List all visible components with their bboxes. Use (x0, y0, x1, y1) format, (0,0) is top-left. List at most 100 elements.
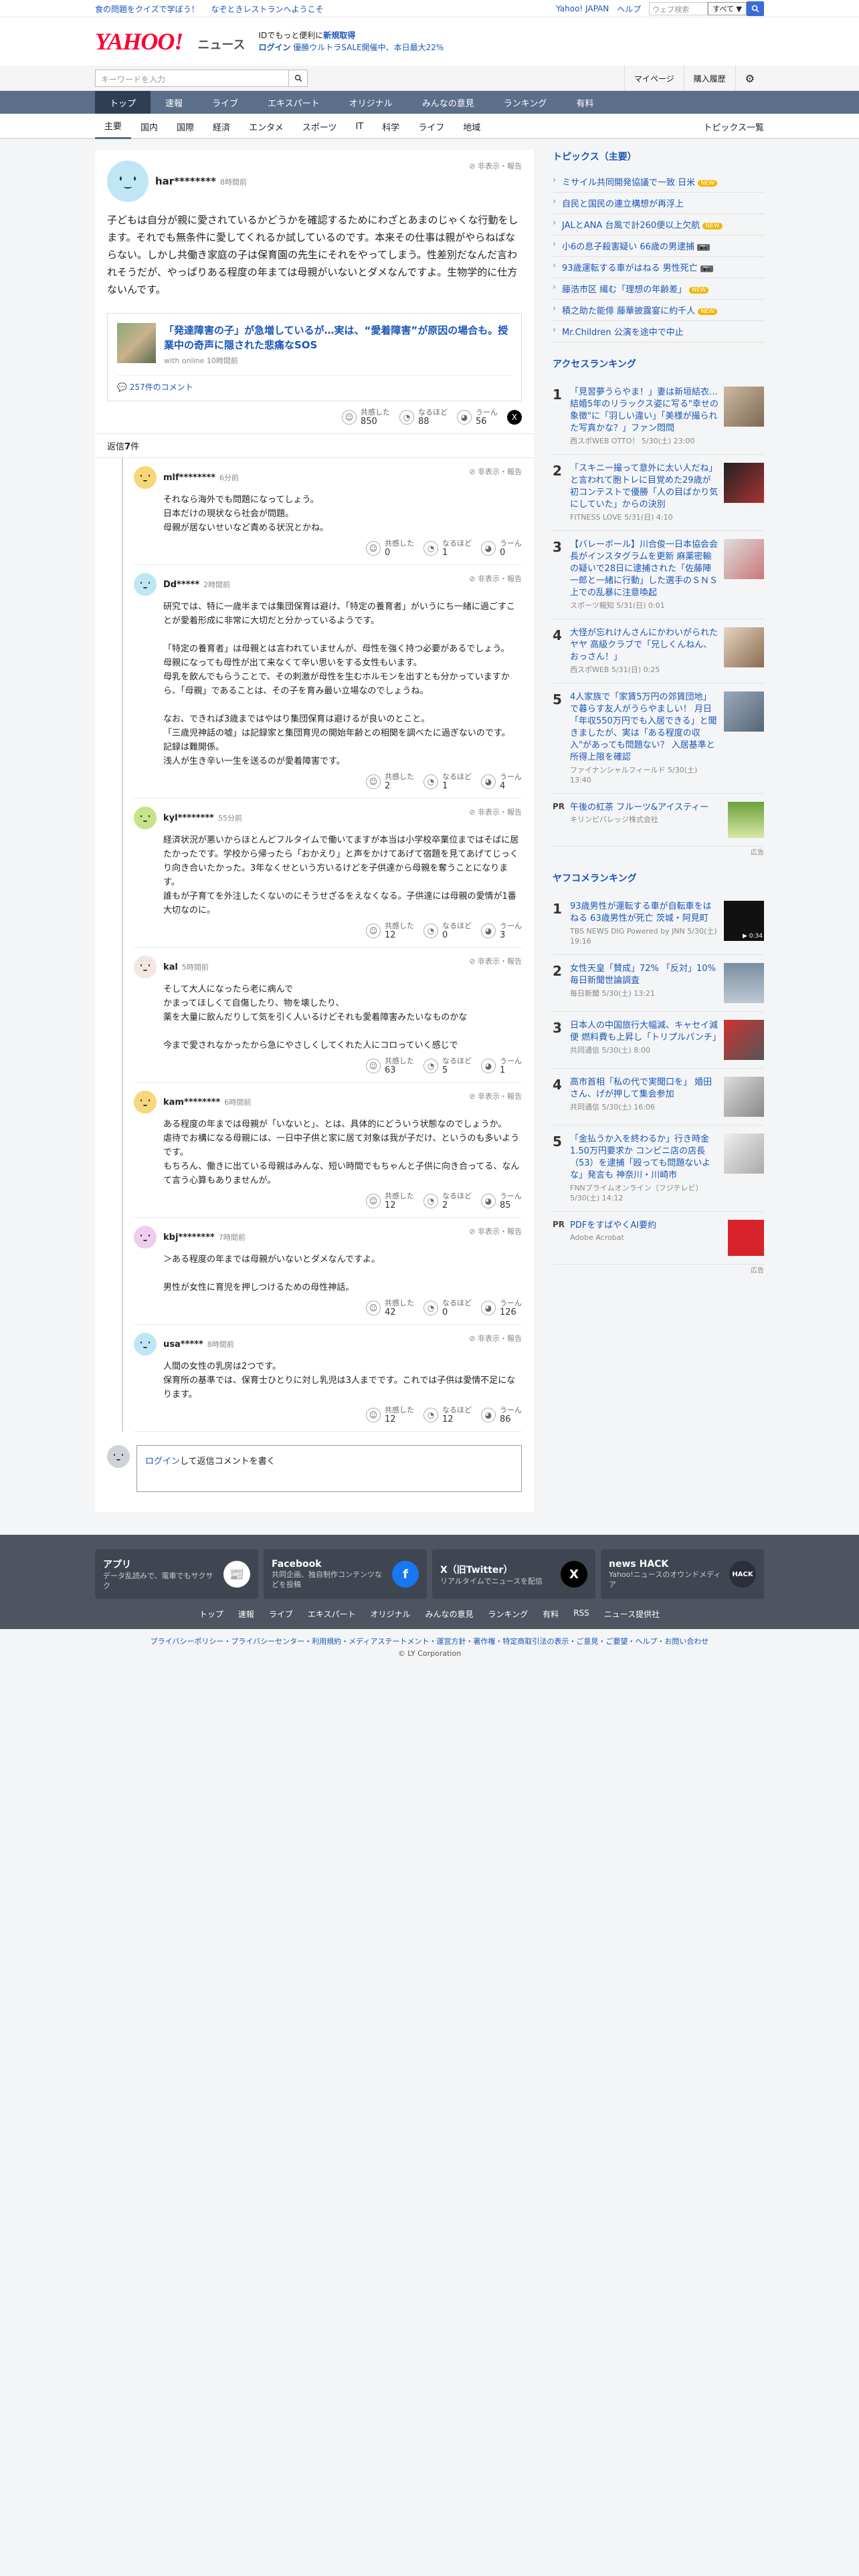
topic-item[interactable]: Mr.Children 公演を途中で中止 (553, 321, 764, 342)
hide-report-link[interactable]: ⊘ 非表示・報告 (469, 807, 522, 817)
yahoo-japan-link[interactable]: Yahoo! JAPAN (556, 4, 609, 13)
yahoo-comment-ranking-title[interactable]: ヤフコメランキング (553, 871, 764, 889)
hide-report-link[interactable]: ⊘ 非表示・報告 (469, 1226, 522, 1237)
react-empathy[interactable]: ☺ 共感した 0 (366, 539, 414, 558)
footer-card[interactable]: X（旧Twitter） リアルタイムでニュースを配信 X (432, 1549, 595, 1599)
pr-item[interactable]: PR 午後の紅茶 フルーツ&アイスティー キリンビバレッジ株式会社 (553, 794, 764, 847)
gnav-expert[interactable]: エキスパート (253, 91, 335, 114)
react-empathy[interactable]: ☺ 共感した 12 (366, 1406, 414, 1424)
help-link[interactable]: ヘルプ (617, 3, 641, 15)
reply-user[interactable]: kal (163, 962, 178, 972)
ranking-item[interactable]: 3 【バレーボール】川合俊一日本協会会長がインスタグラムを更新 麻薬密輸の疑いで2… (553, 531, 764, 619)
sale-link[interactable]: 優勝ウルトラSALE開催中、本日最大22% (293, 43, 444, 52)
gnav-opinion[interactable]: みんなの意見 (407, 91, 489, 114)
register-link[interactable]: 新規取得 (323, 31, 355, 40)
react-hmm[interactable]: ◕ うーん 86 (481, 1406, 522, 1424)
topic-item[interactable]: 藤浩市区 繊む「理想の年齢差」NEW (553, 278, 764, 300)
gnav-original[interactable]: オリジナル (335, 91, 407, 114)
reply-user[interactable]: usa***** (163, 1339, 203, 1350)
ranking-item[interactable]: 5 4人家族で「家賃5万円の郊賃団地」で暮らす友人がうらやましい！ 月日「年収55… (553, 683, 764, 794)
comment-user[interactable]: har******** (155, 175, 216, 187)
yahoo-news-logo[interactable]: YAHOO! ニュース (95, 27, 245, 56)
topic-item[interactable]: 自民と国民の連立構想が再浮上 (553, 193, 764, 214)
topic-item[interactable]: ミサイル共同開発協議で一致 日米NEW (553, 171, 764, 193)
footer-card[interactable]: Facebook 共同企画、独自制作コンテンツなどを投稿 f (264, 1549, 427, 1599)
search-scope-select[interactable]: すべて ▼ (708, 2, 747, 15)
gnav-top[interactable]: トップ (95, 91, 151, 114)
cat-domestic[interactable]: 国内 (131, 114, 167, 139)
promo-link-food-quiz[interactable]: 食の問題をクイズで学ぼう！ (95, 5, 199, 14)
react-insight[interactable]: ◔ なるほど 1 (423, 772, 472, 791)
ranking-item[interactable]: 5 「金払うか入を終わるか」行き時金1.50万円要求か コンビニ店の店長（53）を… (553, 1125, 764, 1212)
reply-user[interactable]: kam******** (163, 1097, 220, 1107)
web-search-button[interactable] (747, 1, 764, 16)
hide-report-link[interactable]: ⊘ 非表示・報告 (469, 1091, 522, 1101)
keyword-search-button[interactable] (289, 70, 308, 87)
gnav-paid[interactable]: 有料 (561, 91, 608, 114)
topic-item[interactable]: JALとANA 台風で計260便以上欠航NEW (553, 214, 764, 235)
share-x-button[interactable]: X (507, 410, 522, 425)
cat-main[interactable]: 主要 (95, 114, 132, 139)
ranking-item[interactable]: 1 93歳男性が運転する車が自転車をはねる 63歳男性が死亡 茨城・阿見町 TBS … (553, 893, 764, 955)
gnav-flash[interactable]: 速報 (151, 91, 197, 114)
reply-user[interactable]: mlf******** (163, 473, 215, 483)
hide-report-link[interactable]: ⊘ 非表示・報告 (469, 160, 522, 171)
footer-link[interactable]: RSS (573, 1608, 589, 1620)
ranking-item[interactable]: 2 女性天皇「賛成」72% 「反対」10% 毎日新聞世論調査 毎日新聞 5/30(土… (553, 955, 764, 1012)
login-link[interactable]: ログイン (258, 43, 290, 52)
footer-link[interactable]: みんなの意見 (425, 1608, 474, 1620)
react-hmm[interactable]: ◕ うーん 126 (481, 1299, 522, 1317)
mypage-link[interactable]: マイページ (624, 66, 684, 91)
footer-link[interactable]: ニュース提供社 (604, 1608, 660, 1620)
article-comments-link[interactable]: 💬 257件のコメント (117, 375, 512, 393)
react-empathy[interactable]: ☺ 共感した 42 (366, 1299, 414, 1317)
pr-item[interactable]: PR PDFをすばやくAI要約 Adobe Acrobat (553, 1212, 764, 1265)
react-insight[interactable]: ◔ なるほど 12 (423, 1406, 472, 1424)
react-hmm[interactable]: ◕ うーん 3 (481, 922, 522, 940)
topics-title[interactable]: トピックス（主要） (553, 150, 764, 167)
promo-link-restaurant[interactable]: なぞときレストランへようこそ (211, 5, 323, 14)
article-title[interactable]: 「発達障害の子」が急増しているが…実は、“愛着障害”が原因の場合も。授業中の奇声… (164, 323, 512, 352)
cat-it[interactable]: IT (346, 114, 373, 139)
hide-report-link[interactable]: ⊘ 非表示・報告 (469, 956, 522, 966)
access-ranking-title[interactable]: アクセスランキング (553, 357, 764, 374)
react-hmm[interactable]: ◕ うーん 85 (481, 1192, 522, 1210)
react-hmm[interactable]: ◕ うーん 0 (481, 539, 522, 558)
legal-links[interactable]: プライバシーポリシー・プライバシーセンター・利用規約・メディアステートメント・運… (0, 1636, 859, 1646)
topic-item[interactable]: 小6の息子殺害疑い 66歳の男逮捕📷 (553, 235, 764, 257)
react-insight[interactable]: ◔ なるほど 0 (423, 1299, 472, 1317)
ranking-item[interactable]: 4 大怪が忘れけんさんにかわいがられたヤヤ 高級クラブで「兄しくんねん、おっさん！… (553, 619, 764, 683)
footer-link[interactable]: ライブ (269, 1608, 293, 1620)
cat-life[interactable]: ライフ (409, 114, 454, 139)
hide-report-link[interactable]: ⊘ 非表示・報告 (469, 1333, 522, 1344)
react-empathy[interactable]: ☺ 共感した 850 (342, 408, 390, 427)
ranking-item[interactable]: 2 「スキニー撮って意外に太い人だね」と言われて胞トレに目覚めた29歳が初コンテス… (553, 455, 764, 531)
react-empathy[interactable]: ☺ 共感した 12 (366, 922, 414, 940)
reply-user[interactable]: kyl******** (163, 813, 214, 823)
footer-link[interactable]: ランキング (488, 1608, 529, 1620)
footer-link[interactable]: 速報 (238, 1608, 254, 1620)
article-card[interactable]: 「発達障害の子」が急増しているが…実は、“愛着障害”が原因の場合も。授業中の奇声… (107, 313, 522, 401)
hide-report-link[interactable]: ⊘ 非表示・報告 (469, 573, 522, 584)
topic-item[interactable]: 93歳運転する車がはねる 男性死亡📷 (553, 257, 764, 278)
footer-link[interactable]: 有料 (543, 1608, 559, 1620)
reply-user[interactable]: Dd***** (163, 580, 199, 590)
react-insight[interactable]: ◔ なるほど 0 (423, 922, 472, 940)
web-search-input[interactable]: ウェブ検索 (649, 2, 708, 15)
react-empathy[interactable]: ☺ 共感した 2 (366, 772, 414, 791)
cat-science[interactable]: 科学 (373, 114, 409, 139)
react-insight[interactable]: ◔ なるほど 2 (423, 1192, 472, 1210)
react-insight[interactable]: ◔ なるほど 88 (399, 408, 448, 427)
react-empathy[interactable]: ☺ 共感した 12 (366, 1192, 414, 1210)
react-hmm[interactable]: ◕ うーん 4 (481, 772, 522, 791)
footer-card[interactable]: news HACK Yahoo!ニュースのオウンドメディア HACK (601, 1549, 764, 1599)
footer-link[interactable]: オリジナル (371, 1608, 411, 1620)
settings-button[interactable]: ⚙ (735, 66, 764, 91)
reply-input[interactable]: ログインして返信コメントを書く (136, 1445, 522, 1492)
cat-local[interactable]: 地域 (454, 114, 490, 139)
react-insight[interactable]: ◔ なるほど 5 (423, 1057, 472, 1075)
topic-item[interactable]: 積之助た能俳 藤華披露宴に約千人NEW (553, 300, 764, 321)
footer-link[interactable]: トップ (199, 1608, 223, 1620)
gnav-ranking[interactable]: ランキング (489, 91, 562, 114)
react-hmm[interactable]: ◕ うーん 1 (481, 1057, 522, 1075)
